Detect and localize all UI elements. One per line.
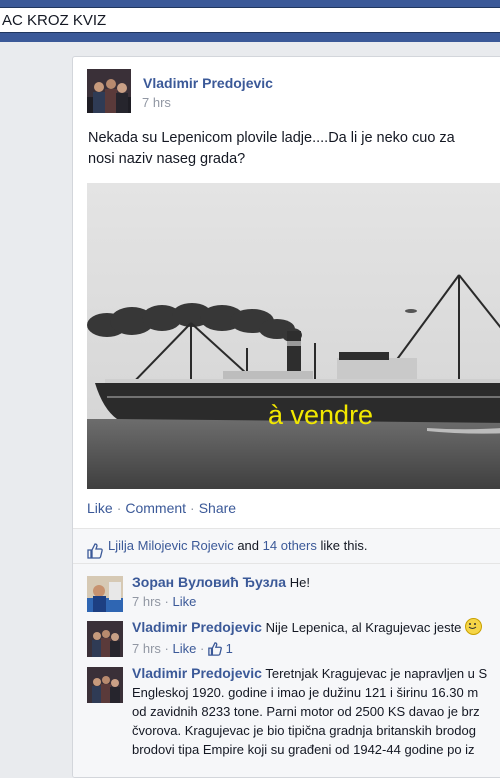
separator: ·	[116, 500, 122, 516]
separator: ·	[164, 594, 169, 609]
comment-like-count[interactable]: 1	[226, 641, 233, 656]
top-bar: AC KROZ KVIZ	[0, 0, 500, 42]
comment-timestamp[interactable]: 7 hrs	[132, 641, 161, 656]
comment-link[interactable]: Comment	[125, 500, 186, 516]
likes-and: and	[237, 538, 260, 553]
photo-caption: à vendre	[268, 400, 373, 430]
comment-text: Teretnjak Kragujevac je napravljen u S	[265, 666, 488, 681]
post-card: Vladimir Predojevic 7 hrs Nekada su Lepe…	[72, 56, 500, 778]
share-link[interactable]: Share	[199, 500, 236, 516]
author-avatar[interactable]	[87, 69, 131, 113]
commenter-avatar[interactable]	[87, 621, 123, 657]
comment-text: Не!	[289, 575, 310, 590]
divider	[73, 563, 500, 564]
thumbs-up-icon	[208, 642, 222, 661]
comment-text: od zavidnih 8233 tone. Parni motor od 25…	[132, 704, 480, 719]
comments-section: Зоран Вуловић Ђузла Не! 7 hrs · Like Vla…	[73, 563, 500, 777]
separator: ·	[190, 500, 195, 516]
comment-like-link[interactable]: Like	[173, 594, 197, 609]
liker-name[interactable]: Ljilja Milojevic Rojevic	[108, 538, 234, 553]
post-actions: Like · Comment · Share	[87, 500, 236, 516]
commenter-avatar[interactable]	[87, 576, 123, 612]
comment-timestamp[interactable]: 7 hrs	[132, 594, 161, 609]
search-input[interactable]: AC KROZ KVIZ	[0, 7, 500, 33]
comment-author[interactable]: Зоран Вуловић Ђузла	[132, 574, 286, 590]
comment-text: čvorova. Kragujevac je bio tipična gradn…	[132, 723, 476, 738]
commenter-avatar[interactable]	[87, 667, 123, 703]
comment-like-link[interactable]: Like	[173, 641, 197, 656]
post-text-line: Nekada su Lepenicom plovile ladje....Da …	[88, 130, 455, 146]
smiley-emoji-icon	[465, 618, 483, 635]
like-link[interactable]: Like	[87, 500, 113, 516]
separator: ·	[199, 641, 205, 656]
post-text-line: nosi naziv naseg grada?	[88, 151, 246, 167]
likes-summary: Ljilja Milojevic Rojevic and 14 others l…	[73, 529, 500, 563]
comment-author[interactable]: Vladimir Predojevic	[132, 665, 262, 681]
likes-others-link[interactable]: 14 others	[263, 538, 317, 553]
post-author-name[interactable]: Vladimir Predojevic	[143, 75, 273, 91]
comment-text: Nije Lepenica, al Kragujevac jeste	[265, 620, 462, 635]
post-photo[interactable]: à vendre	[87, 183, 500, 489]
comment-text: Engleskoj 1920. godine i imao je dužinu …	[132, 685, 479, 700]
post-text: Nekada su Lepenicom plovile ladje....Da …	[88, 128, 500, 170]
likes-suffix: like this.	[320, 538, 368, 553]
separator: ·	[164, 641, 169, 656]
comment-author[interactable]: Vladimir Predojevic	[132, 619, 262, 635]
post-timestamp[interactable]: 7 hrs	[142, 95, 171, 110]
